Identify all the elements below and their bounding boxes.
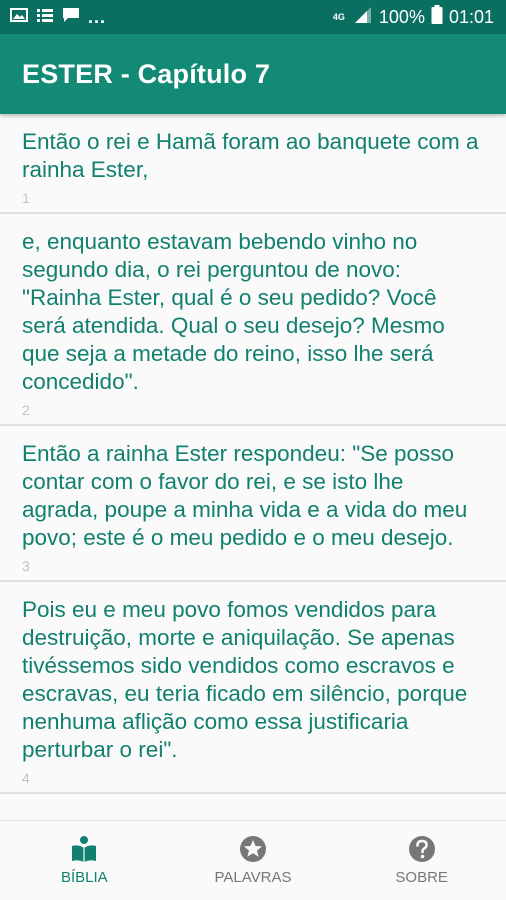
battery-icon — [431, 4, 443, 30]
nav-biblia-label: BÍBLIA — [60, 869, 108, 886]
verse-text: Pois eu e meu povo fomos vendidos para d… — [22, 597, 468, 762]
network-type: 4G — [332, 11, 345, 22]
verse-number: 3 — [22, 558, 30, 574]
status-bar: ... 4G 100% 01:01 — [0, 0, 506, 34]
verse-number: 4 — [22, 770, 30, 786]
nav-palavras[interactable]: PALAVRAS — [169, 821, 338, 900]
verse-text: Então a rainha Ester respondeu: "Se poss… — [22, 441, 468, 550]
verse-number: 1 — [22, 190, 30, 206]
battery-percent: 100% — [378, 6, 425, 27]
more-notifications: ... — [88, 6, 107, 27]
message-icon — [62, 7, 80, 28]
verse-item[interactable]: Pois eu e meu povo fomos vendidos para d… — [0, 582, 506, 794]
verse-number: 2 — [22, 402, 30, 418]
status-bar-system: 4G 100% 01:01 — [332, 4, 494, 30]
bottom-navigation: BÍBLIA PALAVRAS SOBRE — [0, 820, 506, 900]
verse-item[interactable]: Então o rei e Hamã foram ao banquete com… — [0, 114, 506, 214]
clock: 01:01 — [448, 6, 494, 27]
page-title: ESTER - Capítulo 7 — [22, 58, 271, 89]
verse-item[interactable]: e, enquanto estavam bebendo vinho no seg… — [0, 214, 506, 426]
verse-item[interactable]: Então a rainha Ester respondeu: "Se poss… — [0, 426, 506, 582]
signal-icon — [353, 6, 373, 29]
help-circle-icon — [408, 835, 436, 863]
image-icon — [10, 7, 28, 28]
nav-palavras-label: PALAVRAS — [214, 869, 292, 886]
star-circle-icon — [239, 835, 267, 863]
nav-biblia[interactable]: BÍBLIA — [0, 821, 169, 900]
verse-list[interactable]: Então o rei e Hamã foram ao banquete com… — [0, 114, 506, 820]
nav-sobre-label: SOBRE — [395, 869, 448, 886]
verse-text: e, enquanto estavam bebendo vinho no seg… — [22, 229, 445, 394]
list-icon — [36, 7, 54, 28]
nav-sobre[interactable]: SOBRE — [337, 821, 506, 900]
verse-text: Então o rei e Hamã foram ao banquete com… — [22, 129, 479, 182]
app-bar: ESTER - Capítulo 7 — [0, 34, 506, 114]
bible-reader-icon — [70, 835, 98, 863]
status-bar-notifications: ... — [10, 7, 106, 28]
